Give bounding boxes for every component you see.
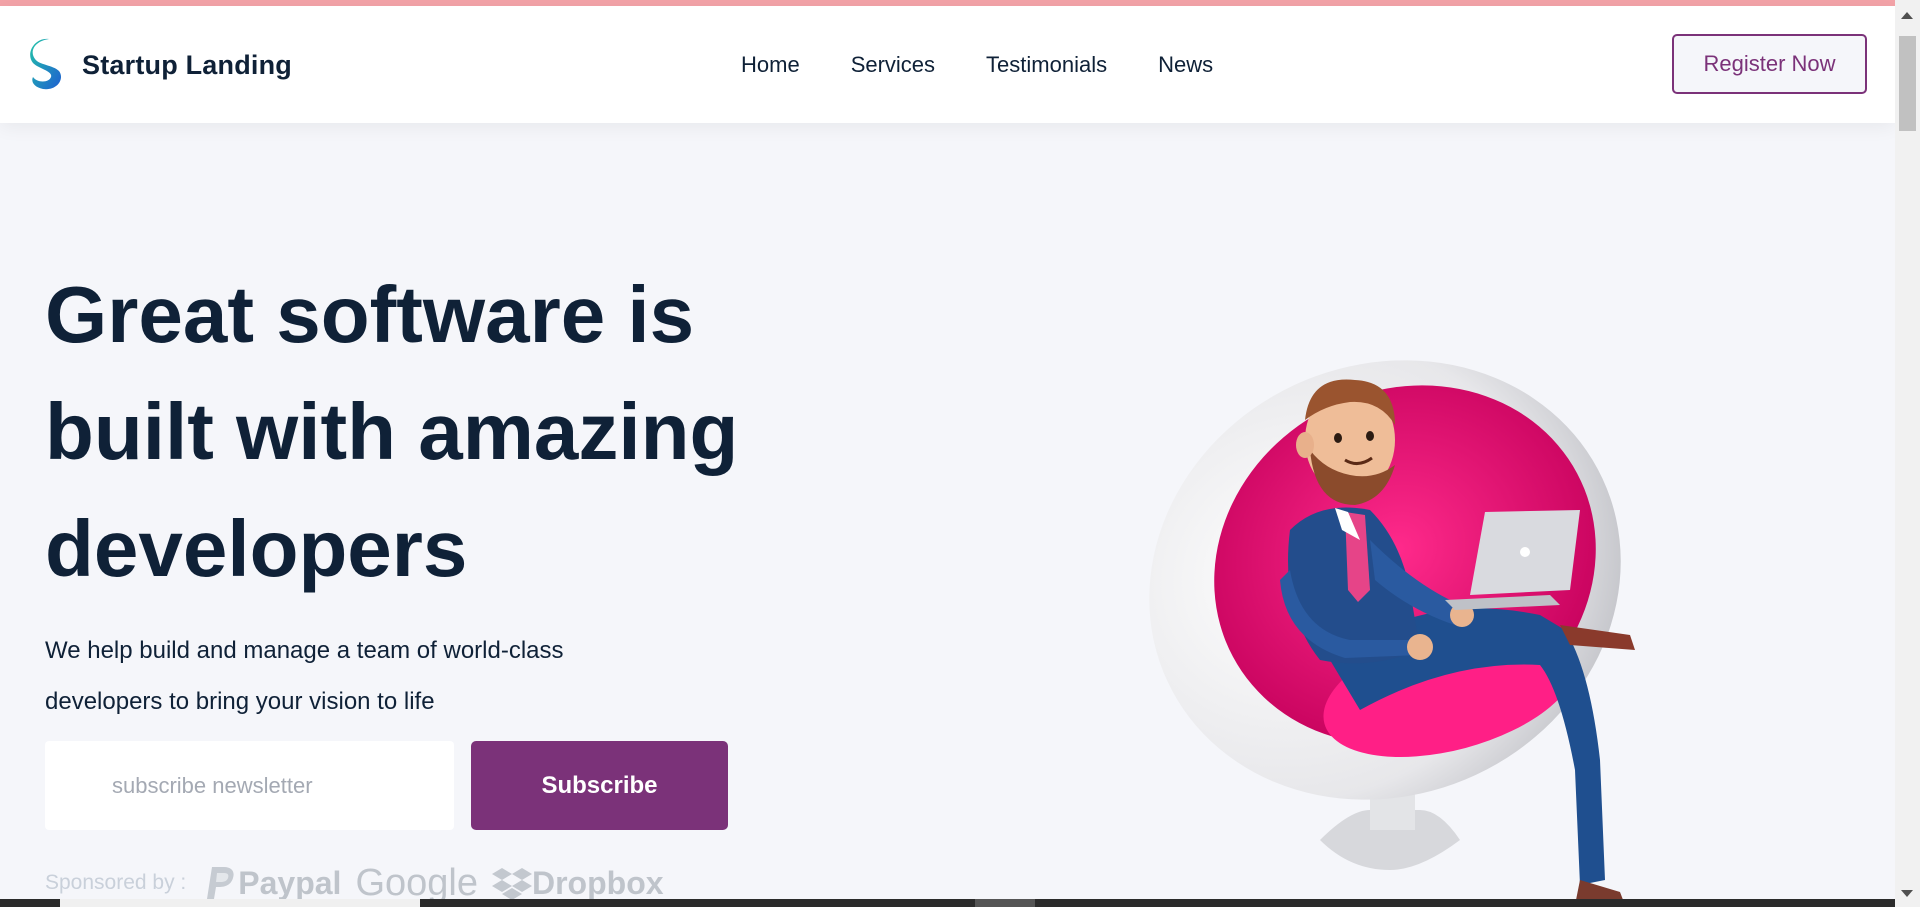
scroll-up-arrow-icon[interactable]	[1901, 12, 1913, 19]
nav-item-news[interactable]: News	[1158, 52, 1213, 78]
main-nav: Home Services Testimonials News	[741, 52, 1264, 78]
brand-logo[interactable]: Startup Landing	[27, 37, 292, 93]
newsletter-input[interactable]	[45, 741, 454, 830]
subscribe-button[interactable]: Subscribe	[471, 741, 728, 830]
sponsors-label: Sponsored by :	[45, 871, 187, 894]
vertical-scrollbar[interactable]	[1895, 0, 1920, 907]
sponsor-paypal: Paypal	[204, 865, 341, 902]
sponsors-row: Sponsored by : Paypal Google Dropbox	[45, 862, 678, 904]
nav-item-home[interactable]: Home	[741, 52, 800, 78]
logo-icon	[30, 38, 62, 90]
nav-item-services[interactable]: Services	[851, 52, 935, 78]
scrollbar-thumb[interactable]	[1899, 36, 1916, 131]
sponsor-paypal-name: Paypal	[238, 864, 342, 901]
brand-name: Startup Landing	[82, 49, 292, 80]
sponsor-dropbox: Dropbox	[491, 864, 664, 902]
site-header: Startup Landing Home Services Testimonia…	[0, 6, 1895, 123]
hero-illustration	[1149, 360, 1635, 905]
scroll-down-arrow-icon[interactable]	[1901, 890, 1913, 897]
register-button[interactable]: Register Now	[1672, 34, 1867, 94]
hero-title: Great software is built with amazing dev…	[45, 270, 739, 593]
hero-subtitle: We help build and manage a team of world…	[45, 637, 564, 715]
bottom-taskbar-edge	[0, 899, 1895, 907]
nav-item-testimonials[interactable]: Testimonials	[986, 52, 1107, 78]
dropbox-icon	[491, 868, 532, 900]
sponsor-dropbox-name: Dropbox	[531, 864, 664, 901]
paypal-icon	[207, 867, 234, 899]
